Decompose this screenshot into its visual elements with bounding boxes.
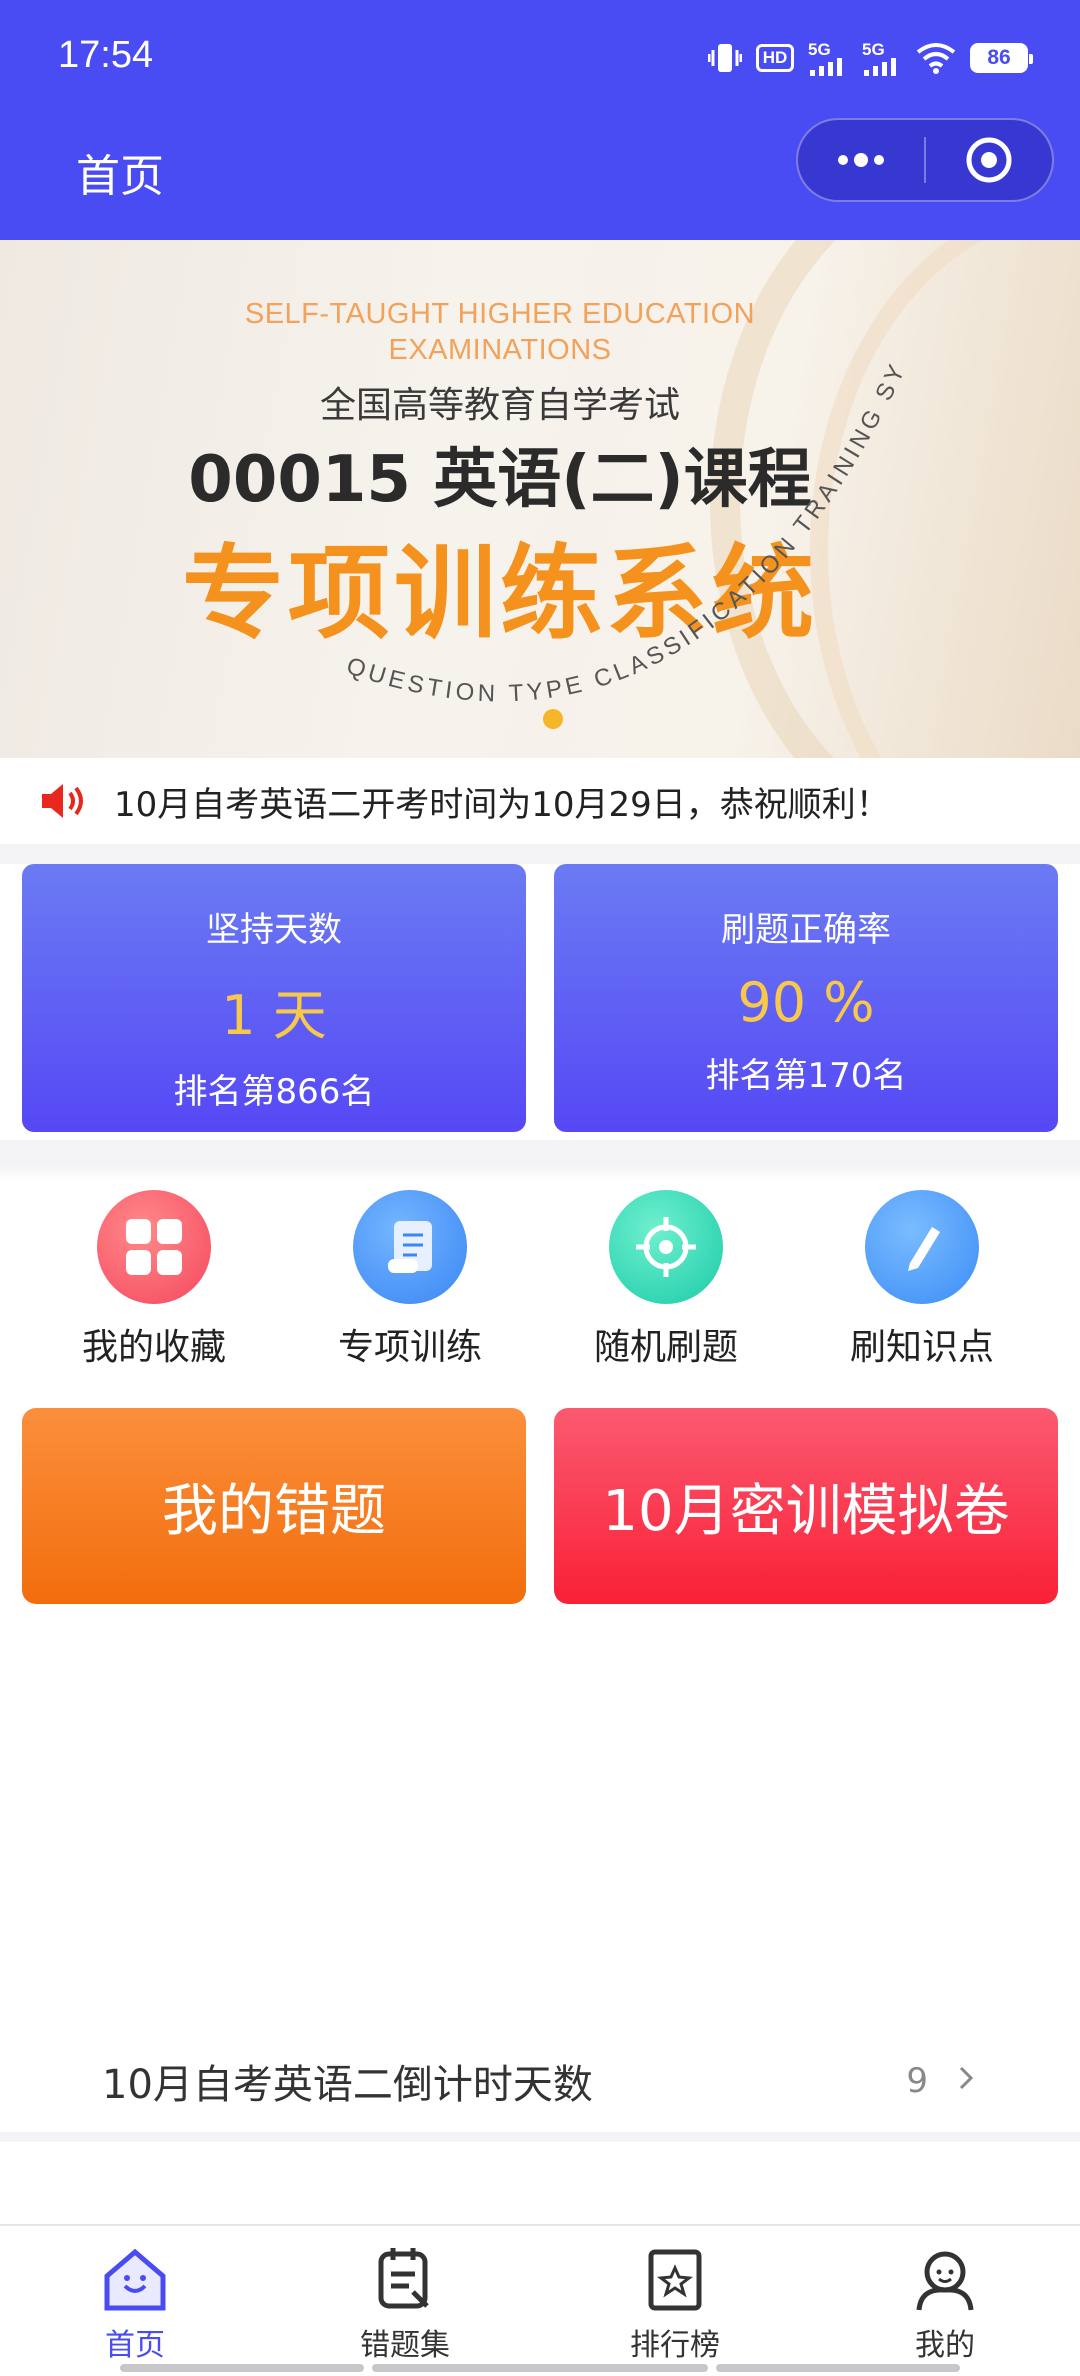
signal-label: 5G <box>808 39 831 59</box>
pencil-icon <box>865 1190 979 1304</box>
stat-card-streak[interactable]: 坚持天数 1 天 排名第866名 <box>22 864 526 1132</box>
home-indicator-segment <box>716 2364 960 2372</box>
tab-label: 排行榜 <box>630 2328 720 2363</box>
target-icon <box>609 1190 723 1304</box>
quick-label: 随机刷题 <box>593 1327 738 1368</box>
countdown-label: 10月自考英语二倒计时天数 <box>102 2062 593 2108</box>
more-button[interactable] <box>798 120 924 200</box>
quick-label: 专项训练 <box>337 1327 482 1368</box>
stat-label: 刷题正确率 <box>721 910 891 950</box>
tab-label: 错题集 <box>360 2328 450 2363</box>
signal-label-2: 5G <box>862 39 885 59</box>
tab-mine[interactable]: 我的 <box>810 2226 1080 2376</box>
tab-label: 首页 <box>105 2328 165 2363</box>
countdown-value: 9 <box>906 2061 928 2101</box>
home-icon <box>104 2248 166 2311</box>
home-indicator-segment <box>120 2364 364 2372</box>
quick-knowledge-points[interactable]: 刷知识点 <box>794 1190 1050 1380</box>
speaker-icon <box>40 781 90 821</box>
section-divider-2 <box>0 1140 1080 1182</box>
battery-icon: 86 <box>970 43 1033 73</box>
person-icon <box>916 2251 974 2311</box>
ranking-star-icon <box>648 2249 702 2311</box>
notice-text: 10月自考英语二开考时间为10月29日，恭祝顺利！ <box>114 784 890 825</box>
quick-label: 我的收藏 <box>81 1327 226 1368</box>
home-indicator-segment <box>372 2364 708 2372</box>
stat-rank: 排名第866名 <box>173 1072 375 1112</box>
page-title: 首页 <box>76 151 164 202</box>
mock-exam-button[interactable]: 10月密训模拟卷 <box>554 1408 1058 1604</box>
promo-banner[interactable]: SELF-TAUGHT HIGHER EDUCATION EXAMINATION… <box>0 240 1080 758</box>
hd-icon: HD <box>756 44 794 72</box>
grid-icon <box>97 1190 211 1304</box>
stat-label: 坚持天数 <box>206 910 342 950</box>
quick-random-practice[interactable]: 随机刷题 <box>538 1190 794 1380</box>
notebook-icon <box>378 2248 429 2309</box>
more-dots-icon <box>838 153 884 167</box>
tab-wrong-set[interactable]: 错题集 <box>270 2226 540 2376</box>
status-icons: HD 5G 5G 86 <box>708 36 1033 80</box>
signal-icon-2: 5G <box>862 41 902 76</box>
stat-rank: 排名第170名 <box>705 1056 907 1096</box>
quick-actions: 我的收藏 专项训练 随机刷题 刷知识点 <box>0 1190 1080 1380</box>
document-icon <box>353 1190 467 1304</box>
status-time: 17:54 <box>58 34 154 76</box>
tab-label: 我的 <box>915 2328 975 2363</box>
tab-ranking[interactable]: 排行榜 <box>540 2226 810 2376</box>
notice-bar[interactable]: 10月自考英语二开考时间为10月29日，恭祝顺利！ <box>0 758 1080 844</box>
banner-curved-text: QUESTION TYPE CLASSIFICATION TRAINING SY… <box>0 240 912 708</box>
title-bar: 首页 <box>0 112 1080 240</box>
stat-value: 90 % <box>737 971 875 1034</box>
tab-home[interactable]: 首页 <box>0 2226 270 2376</box>
stat-value: 1 天 <box>221 984 327 1047</box>
banner-curve-textpath: QUESTION TYPE CLASSIFICATION TRAINING SY… <box>0 240 908 708</box>
quick-label: 刷知识点 <box>849 1327 994 1368</box>
wifi-icon <box>916 42 956 74</box>
countdown-row[interactable]: 10月自考英语二倒计时天数 9 <box>0 2030 1080 2142</box>
signal-icon: 5G <box>808 41 848 76</box>
svg-text:QUESTION TYPE CLASSIFICATION T: QUESTION TYPE CLASSIFICATION TRAINING SY… <box>0 240 912 708</box>
quick-favorites[interactable]: 我的收藏 <box>26 1190 282 1380</box>
status-bar: 17:54 HD 5G 5G 86 <box>0 0 1080 112</box>
banner-page-indicator[interactable] <box>543 709 563 729</box>
section-divider <box>0 844 1080 864</box>
mini-program-capsule <box>796 118 1054 202</box>
vibrate-icon <box>708 40 742 76</box>
stat-card-accuracy[interactable]: 刷题正确率 90 % 排名第170名 <box>554 864 1058 1132</box>
chevron-right-icon <box>956 2061 976 2102</box>
quick-special-training[interactable]: 专项训练 <box>282 1190 538 1380</box>
close-miniprogram-button[interactable] <box>926 120 1052 200</box>
my-wrong-questions-button[interactable]: 我的错题 <box>22 1408 526 1604</box>
target-circle-icon <box>966 137 1012 183</box>
tab-bar: 首页 错题集 排行榜 我的 <box>0 2224 1080 2376</box>
